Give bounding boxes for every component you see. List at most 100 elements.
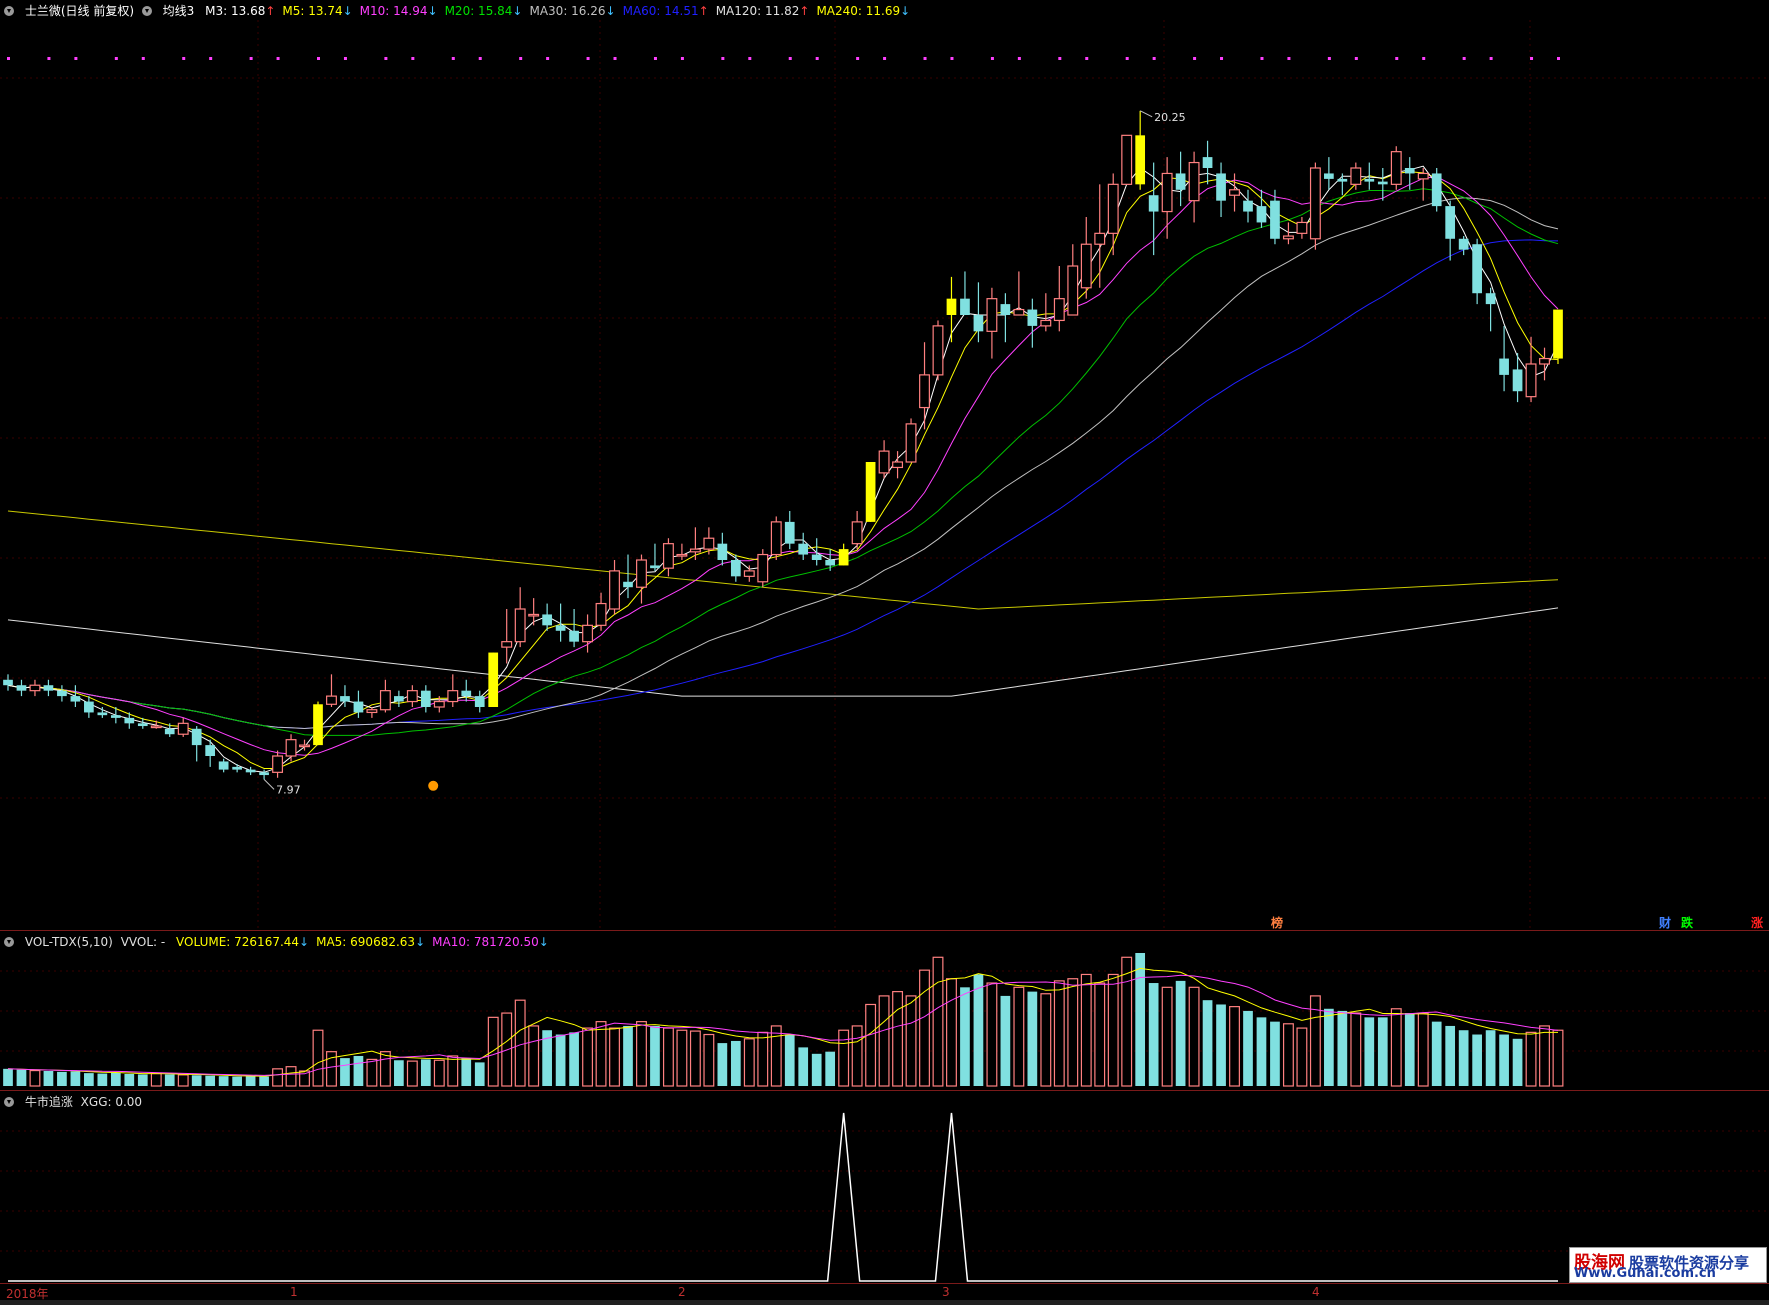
volume-bar (865, 1003, 877, 1087)
candlestick (488, 652, 499, 707)
volume-bar (205, 1075, 216, 1086)
volume-bar (946, 978, 957, 1087)
volume-bar (1135, 953, 1146, 1086)
candlestick (232, 764, 242, 773)
volume-bar (1175, 980, 1186, 1086)
candle-body (164, 728, 175, 735)
candle-body (1525, 363, 1537, 398)
candlestick (595, 592, 607, 631)
volume-bar (973, 974, 984, 1086)
price-panel: 士兰微(日线 前复权) 均线3 M3: 13.68↑ M5: 13.74↓ M10:… (0, 0, 1769, 930)
volume-bar (905, 995, 917, 1087)
candle-body (340, 696, 350, 702)
candle-body (730, 560, 741, 577)
candle-body (798, 543, 809, 555)
signal-dot (1220, 57, 1224, 60)
candle-body (811, 554, 822, 560)
volume-bar (1431, 1021, 1442, 1086)
xgg-signal-line (8, 1112, 1558, 1282)
volume-bar (218, 1076, 229, 1086)
volume-bar (1485, 1030, 1496, 1086)
candle-body (1309, 167, 1321, 240)
volume-bar (1013, 986, 1025, 1087)
volume-bar (1270, 1021, 1280, 1086)
volume-bar (84, 1073, 94, 1086)
candlestick (569, 609, 579, 648)
volume-bar (110, 1072, 121, 1086)
volume-bar (662, 1027, 674, 1087)
event-tag-1[interactable]: 财 (1658, 914, 1672, 931)
candle-body (1229, 189, 1240, 196)
candlestick (1404, 157, 1415, 190)
candle-body (1417, 172, 1429, 180)
candle-body (676, 553, 688, 557)
candle-body (1350, 167, 1362, 185)
ma120-line (7, 607, 1559, 697)
candle-body (259, 772, 269, 776)
volume-bar (1000, 995, 1011, 1086)
signal-dot (1489, 57, 1493, 60)
volume-bar (420, 1059, 431, 1086)
candlestick (3, 674, 13, 691)
price-chart[interactable]: 20.25 7.97 (0, 0, 1769, 930)
volume-bar (730, 1040, 741, 1086)
status-strip (0, 1300, 1769, 1305)
volume-bar (1256, 1017, 1267, 1086)
volume-bar (394, 1060, 404, 1086)
candle-body (1080, 243, 1092, 289)
candlestick (1417, 168, 1429, 201)
volume-bar (838, 1029, 850, 1087)
candle-body (555, 625, 566, 631)
volume-chart[interactable] (0, 931, 1769, 1091)
volume-bar (892, 991, 904, 1087)
candle-body (825, 560, 836, 566)
volume-bar (1377, 1017, 1388, 1086)
candle-body (29, 684, 41, 692)
candle-body (582, 624, 594, 643)
candle-body (609, 570, 620, 610)
signal-dot (856, 57, 860, 60)
candlestick (191, 726, 202, 762)
volume-bar (514, 999, 526, 1087)
candlestick (1053, 266, 1065, 332)
event-tag-2[interactable]: 跌 (1680, 914, 1694, 931)
signal-dot (586, 57, 590, 60)
candle-body (1364, 178, 1375, 182)
volume-bar (689, 1030, 701, 1087)
candle-body (205, 745, 216, 756)
volume-bar (1404, 1013, 1415, 1086)
volume-bar (259, 1076, 269, 1086)
event-tag-0[interactable]: 榜 (1270, 914, 1284, 931)
xaxis-label-month-3: 3 (942, 1285, 950, 1299)
volume-bar (70, 1071, 81, 1086)
event-tag-3[interactable]: 涨 (1750, 914, 1764, 931)
candle-body (784, 521, 795, 544)
signal-dot (1395, 57, 1399, 60)
candle-body (1121, 134, 1133, 185)
candlestick (1324, 157, 1334, 190)
candlestick (946, 276, 957, 343)
candle-body (191, 728, 202, 746)
candle-body (717, 543, 728, 560)
candle-body (299, 744, 310, 748)
volume-bar (1040, 993, 1052, 1087)
candlestick (43, 679, 54, 697)
volume-bar (406, 1060, 418, 1087)
candlestick (1458, 236, 1469, 256)
candle-body (636, 559, 647, 588)
candle-body (84, 701, 94, 713)
candlestick (1229, 173, 1240, 212)
signal-dot (1152, 57, 1156, 60)
candle-body (960, 298, 970, 315)
signal-dot (1085, 57, 1089, 60)
volume-bar (932, 956, 944, 1087)
signal-dot (478, 57, 482, 60)
candlestick (1472, 238, 1482, 305)
volume-bar (57, 1071, 67, 1086)
xgg-chart[interactable] (0, 1091, 1769, 1284)
candle-body (542, 614, 552, 626)
volume-bar (1027, 991, 1038, 1086)
candlestick (379, 679, 391, 713)
candlestick (313, 701, 323, 746)
candle-body (16, 685, 27, 691)
